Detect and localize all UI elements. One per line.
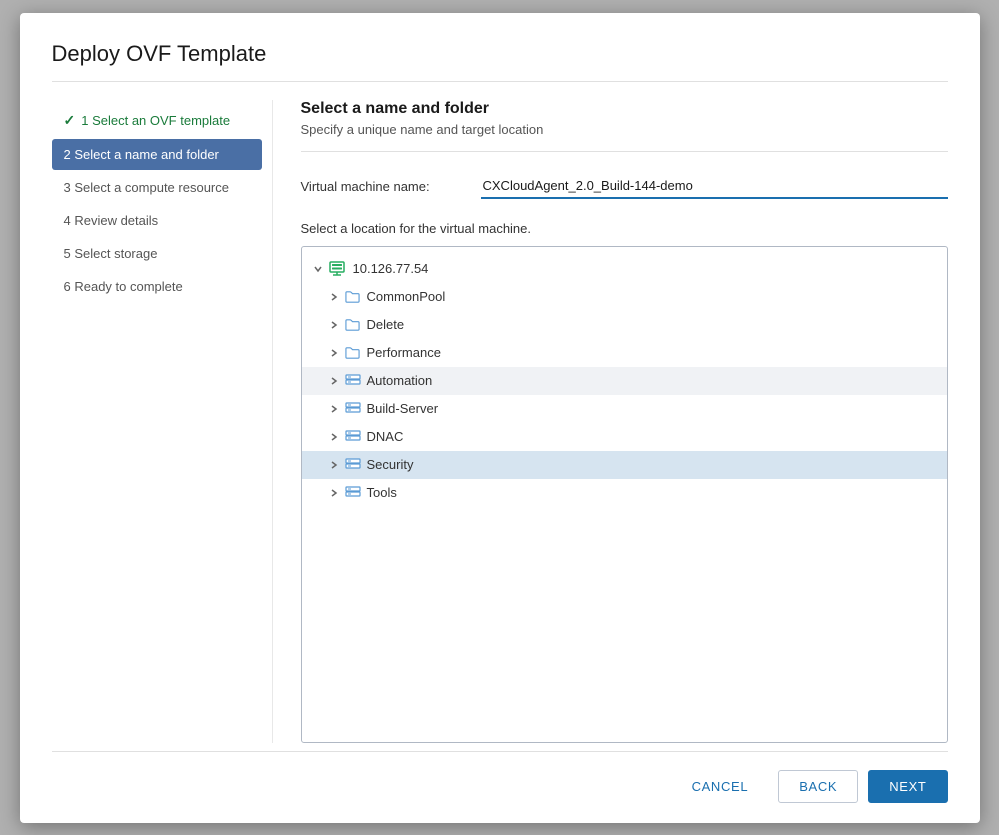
resource-pool-icon [344, 484, 362, 502]
chevron-right-icon [326, 289, 342, 305]
sidebar-item-label: 2 Select a name and folder [64, 147, 219, 162]
chevron-down-icon [310, 261, 326, 277]
tree-node-performance-label: Performance [367, 345, 441, 360]
tree-node-delete[interactable]: Delete [302, 311, 947, 339]
next-button[interactable]: NEXT [868, 770, 947, 803]
chevron-right-icon [326, 429, 342, 445]
main-content: Select a name and folder Specify a uniqu… [272, 100, 948, 743]
sidebar-item-label: 1 Select an OVF template [81, 113, 230, 128]
dialog-body: ✓ 1 Select an OVF template 2 Select a name… [52, 100, 948, 743]
chevron-right-icon [326, 457, 342, 473]
tree-root-label: 10.126.77.54 [353, 261, 429, 276]
chevron-right-icon [326, 373, 342, 389]
sidebar-item-label: 3 Select a compute resource [64, 180, 229, 195]
tree-root-node[interactable]: 10.126.77.54 [302, 255, 947, 283]
vm-name-label: Virtual machine name: [301, 179, 481, 194]
tree-node-commonpool[interactable]: CommonPool [302, 283, 947, 311]
sidebar-item-label: 5 Select storage [64, 246, 158, 261]
sidebar-item-step4[interactable]: 4 Review details [52, 205, 262, 236]
tree-node-security[interactable]: Security [302, 451, 947, 479]
sidebar-item-step5[interactable]: 5 Select storage [52, 238, 262, 269]
sidebar-item-label: 6 Ready to complete [64, 279, 183, 294]
resource-pool-icon [344, 456, 362, 474]
location-label: Select a location for the virtual machin… [301, 221, 948, 236]
folder-icon [344, 288, 362, 306]
tree-node-performance[interactable]: Performance [302, 339, 947, 367]
tree-node-security-label: Security [367, 457, 414, 472]
sidebar-item-step6[interactable]: 6 Ready to complete [52, 271, 262, 302]
sidebar-item-step2[interactable]: 2 Select a name and folder [52, 139, 262, 170]
tree-node-buildserver[interactable]: Build-Server [302, 395, 947, 423]
resource-pool-icon [344, 428, 362, 446]
chevron-right-icon [326, 317, 342, 333]
tree-node-buildserver-label: Build-Server [367, 401, 439, 416]
sidebar-item-step1[interactable]: ✓ 1 Select an OVF template [52, 104, 262, 137]
footer: CANCEL BACK NEXT [52, 751, 948, 803]
location-tree: 10.126.77.54 CommonPool [301, 246, 948, 743]
cancel-button[interactable]: CANCEL [672, 771, 769, 802]
vm-name-row: Virtual machine name: [301, 174, 948, 199]
folder-icon [344, 344, 362, 362]
tree-node-tools[interactable]: Tools [302, 479, 947, 507]
sidebar: ✓ 1 Select an OVF template 2 Select a name… [52, 100, 272, 743]
server-icon [328, 260, 346, 278]
sidebar-item-label: 4 Review details [64, 213, 159, 228]
tree-node-tools-label: Tools [367, 485, 397, 500]
chevron-right-icon [326, 401, 342, 417]
section-title: Select a name and folder [301, 100, 948, 118]
chevron-right-icon [326, 345, 342, 361]
back-button[interactable]: BACK [778, 770, 858, 803]
check-icon: ✓ [64, 112, 76, 129]
tree-node-automation[interactable]: Automation [302, 367, 947, 395]
tree-node-dnac[interactable]: DNAC [302, 423, 947, 451]
tree-node-delete-label: Delete [367, 317, 405, 332]
folder-icon [344, 316, 362, 334]
dialog-title: Deploy OVF Template [52, 41, 948, 82]
tree-node-dnac-label: DNAC [367, 429, 404, 444]
resource-pool-icon [344, 400, 362, 418]
deploy-ovf-dialog: Deploy OVF Template ✓ 1 Select an OVF tem… [20, 13, 980, 823]
chevron-right-icon [326, 485, 342, 501]
section-subtitle: Specify a unique name and target locatio… [301, 122, 948, 152]
tree-node-commonpool-label: CommonPool [367, 289, 446, 304]
sidebar-item-step3[interactable]: 3 Select a compute resource [52, 172, 262, 203]
resource-pool-icon [344, 372, 362, 390]
tree-node-automation-label: Automation [367, 373, 433, 388]
vm-name-input[interactable] [481, 174, 948, 199]
